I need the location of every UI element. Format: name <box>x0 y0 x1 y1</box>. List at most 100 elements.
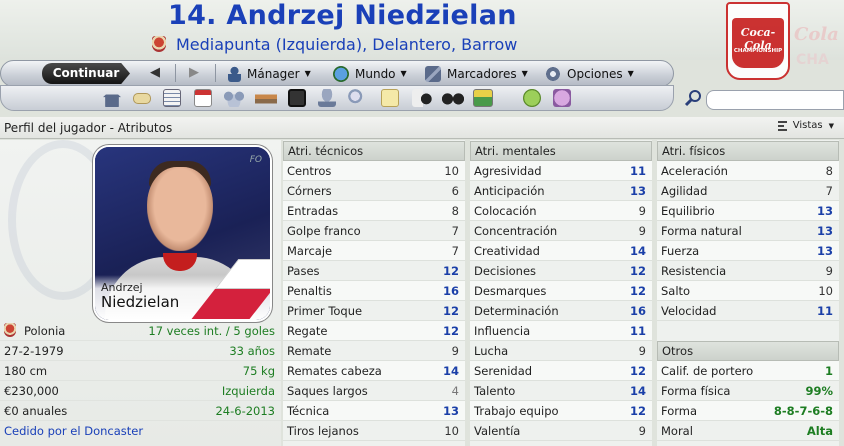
mental-attribute-row[interactable]: Determinación 16 <box>470 301 652 321</box>
mental-header: Atri. mentales <box>470 141 652 161</box>
menu-world[interactable]: Mundo ▼ <box>333 63 407 84</box>
attribute-name: Influencia <box>474 324 531 338</box>
technical-attribute-row[interactable]: Penaltis 16 <box>283 281 465 301</box>
technical-attribute-row[interactable]: Remates cabeza 14 <box>283 361 465 381</box>
attribute-value: 14 <box>629 244 646 258</box>
info-row-loan: Cedido por el Doncaster <box>0 421 281 441</box>
technical-attribute-row[interactable]: Regate 12 <box>283 321 465 341</box>
views-icon <box>777 120 787 131</box>
other-attribute-row[interactable]: Moral Alta <box>657 421 839 441</box>
bookmark-icon <box>425 65 441 82</box>
mental-attribute-row[interactable]: Trabajo equipo 12 <box>470 401 652 421</box>
menu-options[interactable]: Opciones ▼ <box>545 63 634 84</box>
forward-arrow-icon[interactable]: ▶ <box>189 65 199 80</box>
question-icon[interactable] <box>553 89 571 107</box>
weight: 75 kg <box>242 364 275 378</box>
attribute-name: Valentía <box>474 424 521 438</box>
attribute-name: Tiros lejanos <box>287 424 359 438</box>
finances-icon[interactable] <box>473 89 493 107</box>
attribute-value: 11 <box>629 324 646 338</box>
physical-attribute-row[interactable]: Aceleración 8 <box>657 161 839 181</box>
attribute-value: 99% <box>805 384 833 398</box>
technical-attribute-row[interactable]: Entradas 8 <box>283 201 465 221</box>
notes-icon[interactable] <box>381 89 399 107</box>
mental-attribute-row[interactable]: Desmarques 12 <box>470 281 652 301</box>
attribute-value: 16 <box>442 284 459 298</box>
attribute-value: 9 <box>451 344 459 358</box>
other-attribute-row[interactable]: Forma física 99% <box>657 381 839 401</box>
physical-attribute-row[interactable]: Salto 10 <box>657 281 839 301</box>
loan-status-link[interactable]: Cedido por el Doncaster <box>4 421 143 441</box>
technical-attribute-row[interactable]: Pases 12 <box>283 261 465 281</box>
chevron-down-icon: ▼ <box>828 121 834 130</box>
birth-date: 27-2-1979 <box>4 344 64 358</box>
attribute-name: Técnica <box>287 404 330 418</box>
globe-icon <box>333 65 349 82</box>
player-position-club[interactable]: Mediapunta (Izquierda), Delantero, Barro… <box>176 35 517 54</box>
international-caps: 17 veces int. / 5 goles <box>148 324 275 338</box>
attribute-value: 8-8-7-6-8 <box>773 404 833 418</box>
physical-attribute-row[interactable]: Agilidad 7 <box>657 181 839 201</box>
menu-manager[interactable]: Mánager ▼ <box>228 63 311 84</box>
nationality[interactable]: Polonia <box>24 324 65 338</box>
technical-attribute-row[interactable]: Saques largos 4 <box>283 381 465 401</box>
attribute-value: 13 <box>816 204 833 218</box>
other-attribute-row[interactable]: Forma 8-8-7-6-8 <box>657 401 839 421</box>
mental-attribute-row[interactable]: Influencia 11 <box>470 321 652 341</box>
mental-attribute-row[interactable]: Serenidad 12 <box>470 361 652 381</box>
menu-bookmarks[interactable]: Marcadores ▼ <box>425 63 528 84</box>
technical-attribute-row[interactable]: Córners 6 <box>283 181 465 201</box>
toolbar-divider <box>215 64 216 82</box>
mental-attribute-row[interactable]: Talento 14 <box>470 381 652 401</box>
technical-attribute-row[interactable]: Técnica 13 <box>283 401 465 421</box>
technical-attribute-row[interactable]: Primer Toque 12 <box>283 301 465 321</box>
mental-attribute-row[interactable]: Anticipación 13 <box>470 181 652 201</box>
attribute-name: Salto <box>661 284 691 298</box>
chevron-down-icon: ▼ <box>304 69 311 78</box>
physical-attribute-row[interactable]: Fuerza 13 <box>657 241 839 261</box>
physical-attribute-row[interactable]: Velocidad 11 <box>657 301 839 321</box>
transfers-icon[interactable] <box>255 89 277 107</box>
physical-attribute-row[interactable]: Equilibrio 13 <box>657 201 839 221</box>
technical-attribute-row[interactable]: Remate 9 <box>283 341 465 361</box>
mental-attribute-row[interactable]: Creatividad 14 <box>470 241 652 261</box>
physical-attribute-row[interactable]: Resistencia 9 <box>657 261 839 281</box>
technical-attribute-row[interactable]: Golpe franco 7 <box>283 221 465 241</box>
views-button[interactable]: Vistas ▼ <box>777 120 834 131</box>
other-attribute-row[interactable]: Calif. de portero 1 <box>657 361 839 381</box>
search-input[interactable] <box>706 90 844 110</box>
photo-watermark: FO <box>249 155 262 165</box>
trophy-icon[interactable] <box>318 89 336 107</box>
help-icon[interactable] <box>523 89 541 107</box>
attribute-name: Golpe franco <box>287 224 361 238</box>
physical-attribute-row[interactable]: Forma natural 13 <box>657 221 839 241</box>
mental-attribute-row[interactable]: Colocación 9 <box>470 201 652 221</box>
attribute-name: Agilidad <box>661 184 708 198</box>
technical-attribute-row[interactable]: Tiros lejanos 10 <box>283 421 465 441</box>
info-row-birth: 27-2-1979 33 años <box>0 341 281 361</box>
height: 180 cm <box>4 364 48 378</box>
binoculars-icon[interactable] <box>442 89 464 107</box>
mental-attribute-row[interactable]: Valentía 9 <box>470 421 652 441</box>
tactics-icon[interactable] <box>288 89 306 107</box>
technical-attribute-row[interactable]: Marcaje 7 <box>283 241 465 261</box>
mental-attribute-row[interactable]: Decisiones 12 <box>470 261 652 281</box>
attribute-name: Córners <box>287 184 332 198</box>
search-icon[interactable] <box>684 89 702 107</box>
physical-attributes-panel: Atri. físicos Aceleración 8 Agilidad 7 Equil… <box>657 140 839 446</box>
match-icon[interactable] <box>412 89 434 107</box>
continue-button[interactable]: Continuar <box>42 63 130 84</box>
squad-icon[interactable] <box>163 89 181 107</box>
chevron-down-icon: ▼ <box>400 69 407 78</box>
mental-attribute-row[interactable]: Agresividad 11 <box>470 161 652 181</box>
back-arrow-icon[interactable]: ◀ <box>150 65 160 80</box>
technical-attribute-row[interactable]: Centros 10 <box>283 161 465 181</box>
inbox-icon[interactable] <box>133 93 151 104</box>
attribute-value: 9 <box>638 344 646 358</box>
staff-icon[interactable] <box>223 89 245 107</box>
calendar-icon[interactable] <box>194 89 212 107</box>
attribute-name: Lucha <box>474 344 509 358</box>
mental-attribute-row[interactable]: Concentración 9 <box>470 221 652 241</box>
scout-icon[interactable] <box>348 89 366 107</box>
mental-attribute-row[interactable]: Lucha 9 <box>470 341 652 361</box>
